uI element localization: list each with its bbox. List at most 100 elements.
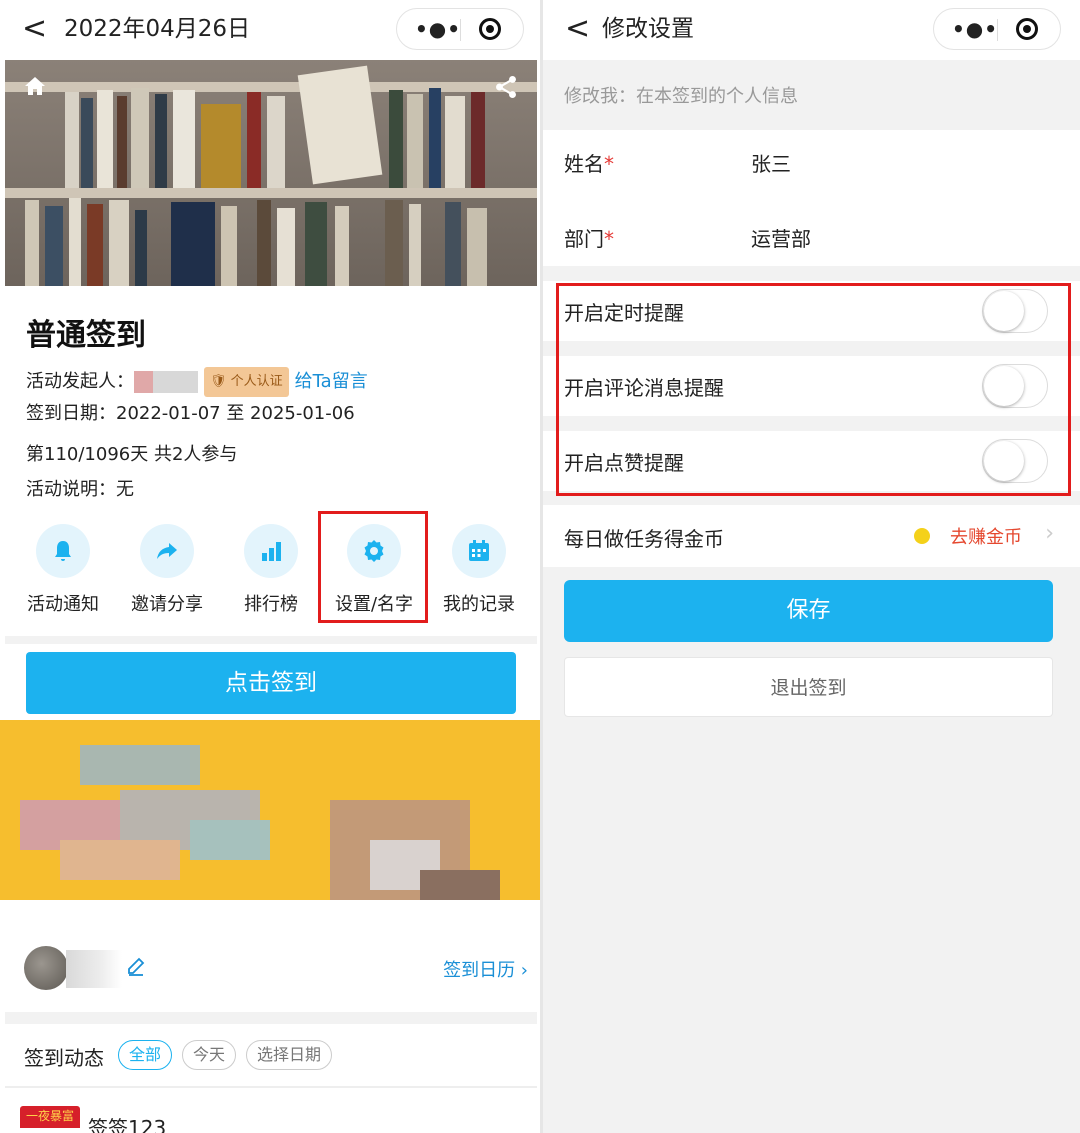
feed-header: 签到动态 全部 今天 选择日期	[0, 1024, 540, 1086]
action-icons-row: 活动通知 邀请分享 排行榜 设置/名字 我的记录	[0, 520, 540, 620]
book	[131, 88, 149, 188]
action-label: 活动通知	[27, 594, 99, 615]
mosaic-edge	[0, 900, 540, 920]
coin-task-label: 每日做任务得金币	[564, 527, 724, 551]
mini-program-capsule: •●•	[933, 8, 1061, 50]
edit-icon[interactable]	[126, 956, 146, 976]
avatar	[24, 946, 68, 990]
leave-message-link[interactable]: 给Ta留言	[295, 371, 368, 392]
name-label: 姓名*	[564, 148, 614, 177]
book	[407, 94, 423, 188]
shelf-board	[5, 82, 537, 92]
book	[45, 206, 63, 286]
book	[409, 204, 421, 286]
action-notice[interactable]: 活动通知	[11, 520, 115, 616]
bar-chart-icon	[244, 524, 298, 578]
action-records[interactable]: 我的记录	[427, 520, 531, 616]
book	[247, 92, 261, 188]
share-icon[interactable]	[493, 74, 519, 100]
close-capsule-icon[interactable]	[479, 18, 501, 40]
activity-title: 普通签到	[26, 318, 146, 353]
mosaic-block	[420, 870, 500, 900]
book	[87, 204, 103, 286]
post-badge: 一夜暴富	[20, 1106, 80, 1128]
filter-all[interactable]: 全部	[118, 1040, 173, 1070]
book	[297, 65, 383, 185]
book	[429, 88, 441, 188]
mosaic-block	[60, 840, 180, 880]
annotation-highlight-switches	[556, 283, 1071, 496]
page-title: 修改设置	[602, 16, 694, 42]
book	[277, 208, 295, 286]
home-icon[interactable]	[23, 74, 47, 98]
book	[97, 90, 113, 188]
feed-post[interactable]: 一夜暴富 签签123	[0, 1090, 540, 1133]
progress-text: 第110/1096天 共2人参与	[26, 444, 238, 465]
book	[69, 198, 81, 286]
name-label-text: 姓名	[564, 152, 604, 176]
coin-icon	[914, 528, 930, 544]
description-text: 活动说明：无	[26, 479, 134, 500]
post-username: 签签123	[88, 1116, 167, 1133]
hint-bar: 修改我：在本签到的个人信息	[543, 60, 1080, 130]
checkin-calendar-link[interactable]: 签到日历 ›	[443, 956, 528, 982]
verified-badge-label: 个人认证	[230, 374, 283, 389]
filter-choose-date[interactable]: 选择日期	[246, 1040, 333, 1070]
feed-title: 签到动态	[24, 1046, 104, 1070]
section-divider	[5, 1012, 537, 1024]
top-nav-bar: < 2022年04月26日 •●•	[0, 0, 540, 60]
quit-checkin-button[interactable]: 退出签到	[564, 657, 1053, 717]
book	[65, 92, 79, 188]
book	[471, 92, 485, 188]
book	[171, 202, 215, 286]
book	[445, 202, 461, 286]
mosaic-block	[80, 745, 200, 785]
close-capsule-icon[interactable]	[1016, 18, 1038, 40]
bell-icon	[36, 524, 90, 578]
more-icon[interactable]: •●•	[952, 17, 998, 41]
calendar-icon	[452, 524, 506, 578]
organizer-avatar-blurred	[134, 371, 198, 393]
book	[389, 90, 403, 188]
organizer-label: 活动发起人：	[26, 371, 134, 392]
earn-coins-link[interactable]: 去赚金币	[950, 523, 1022, 549]
checkin-button[interactable]: 点击签到	[26, 652, 516, 714]
back-icon[interactable]: <	[565, 14, 590, 44]
book	[155, 94, 167, 188]
back-icon[interactable]: <	[22, 14, 47, 44]
book	[117, 96, 127, 188]
book	[135, 210, 147, 286]
book	[25, 200, 39, 286]
coin-task-row[interactable]: 每日做任务得金币 去赚金币 ›	[543, 505, 1080, 567]
page-title: 2022年04月26日	[64, 16, 251, 42]
book	[385, 200, 403, 286]
current-user-row: 签到日历 ›	[0, 930, 540, 1010]
save-button[interactable]: 保存	[564, 580, 1053, 642]
name-field[interactable]: 张三	[751, 148, 791, 177]
edit-settings-screen: < 修改设置 •●• 修改我：在本签到的个人信息 姓名* 张三 部门* 运营部 …	[543, 0, 1080, 1133]
banner-image	[5, 60, 537, 286]
section-divider	[5, 636, 537, 644]
book	[173, 90, 195, 188]
action-label: 邀请分享	[131, 594, 203, 615]
book	[445, 96, 465, 188]
shelf-board	[5, 188, 537, 198]
more-icon[interactable]: •●•	[415, 17, 461, 41]
filter-today[interactable]: 今天	[182, 1040, 237, 1070]
action-ranking[interactable]: 排行榜	[219, 520, 323, 616]
required-mark: *	[604, 152, 614, 176]
department-label: 部门*	[564, 223, 614, 252]
required-mark: *	[604, 227, 614, 251]
user-name-blurred	[66, 950, 122, 988]
book	[201, 104, 241, 188]
department-label-text: 部门	[564, 227, 604, 251]
action-label: 排行榜	[244, 594, 298, 615]
book	[305, 202, 327, 286]
action-share[interactable]: 邀请分享	[115, 520, 219, 616]
hint-text: 修改我：在本签到的个人信息	[564, 86, 798, 107]
book	[335, 206, 349, 286]
mosaic-block	[190, 820, 270, 860]
department-field[interactable]: 运营部	[751, 223, 811, 252]
book	[467, 208, 487, 286]
share-arrow-icon	[140, 524, 194, 578]
